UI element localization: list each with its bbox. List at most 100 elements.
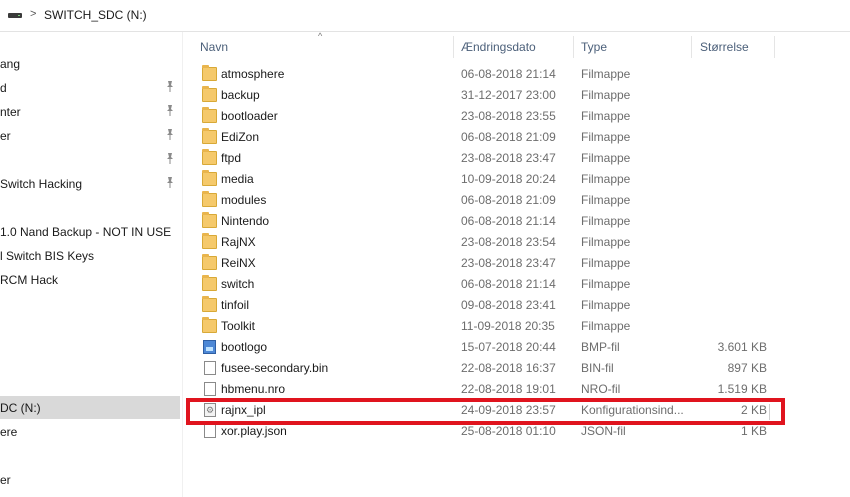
nav-item[interactable]: er <box>0 468 180 491</box>
file-type: BMP-fil <box>581 340 620 354</box>
address-bar[interactable]: > SWITCH_SDC (N:) <box>0 0 850 32</box>
file-name: hbmenu.nro <box>221 382 286 396</box>
file-type: Filmappe <box>581 235 631 249</box>
file-type: Filmappe <box>581 130 631 144</box>
file-date: 11-09-2018 20:35 <box>461 319 555 333</box>
file-date: 23-08-2018 23:47 <box>461 151 556 165</box>
file-row[interactable]: tinfoil 09-08-2018 23:41 Filmappe <box>199 295 789 316</box>
file-type: Filmappe <box>581 277 631 291</box>
file-icon <box>204 382 216 396</box>
file-row[interactable]: backup 31-12-2017 23:00 Filmappe <box>199 85 789 106</box>
column-divider[interactable] <box>573 36 574 58</box>
nav-item[interactable] <box>0 292 180 315</box>
pin-icon[interactable] <box>164 176 176 190</box>
file-icon <box>204 424 216 438</box>
nav-item[interactable]: DC (N:) <box>0 396 180 419</box>
file-row[interactable]: media 10-09-2018 20:24 Filmappe <box>199 169 789 190</box>
file-name: modules <box>221 193 267 207</box>
file-name: backup <box>221 88 260 102</box>
file-row[interactable]: modules 06-08-2018 21:09 Filmappe <box>199 190 789 211</box>
file-type: BIN-fil <box>581 361 614 375</box>
file-date: 06-08-2018 21:14 <box>461 67 556 81</box>
file-row[interactable]: atmosphere 06-08-2018 21:14 Filmappe <box>199 64 789 85</box>
folder-icon <box>202 170 217 186</box>
folder-icon <box>202 107 217 123</box>
nav-item[interactable]: d <box>0 76 180 99</box>
file-row[interactable]: fusee-secondary.bin 22-08-2018 16:37 BIN-f… <box>199 358 789 379</box>
column-header-type[interactable]: Type <box>581 40 607 54</box>
folder-icon <box>202 212 217 228</box>
file-row[interactable]: EdiZon 06-08-2018 21:09 Filmappe <box>199 127 789 148</box>
nav-item-label: ang <box>0 57 21 71</box>
file-name: Nintendo <box>221 214 270 228</box>
file-name: media <box>221 172 254 186</box>
file-date: 10-09-2018 20:24 <box>461 172 556 186</box>
file-date: 25-08-2018 01:10 <box>461 424 556 438</box>
nav-item[interactable]: RCM Hack <box>0 268 180 291</box>
column-header-size[interactable]: Størrelse <box>700 40 749 54</box>
nav-item[interactable]: 1.0 Nand Backup - NOT IN USE <box>0 220 180 243</box>
nav-item[interactable]: er <box>0 124 180 147</box>
column-divider[interactable] <box>774 36 775 58</box>
file-date: 06-08-2018 21:14 <box>461 277 556 291</box>
file-icon <box>204 361 216 375</box>
file-row[interactable]: hbmenu.nro 22-08-2018 19:01 NRO-fil 1.519 K… <box>199 379 789 400</box>
nav-item[interactable]: nter <box>0 100 180 123</box>
nav-item-label: ere <box>0 425 18 439</box>
file-type: Filmappe <box>581 256 631 270</box>
file-type: Filmappe <box>581 172 631 186</box>
breadcrumb-drive[interactable]: SWITCH_SDC (N:) <box>44 8 147 22</box>
nav-item[interactable]: ere <box>0 420 180 443</box>
nav-item[interactable]: ang <box>0 52 180 75</box>
file-date: 23-08-2018 23:47 <box>461 256 556 270</box>
nav-item[interactable] <box>0 148 180 171</box>
folder-icon <box>202 254 217 270</box>
drive-icon <box>8 10 22 20</box>
file-row[interactable]: RajNX 23-08-2018 23:54 Filmappe <box>199 232 789 253</box>
folder-icon <box>202 317 217 333</box>
column-divider[interactable] <box>453 36 454 58</box>
nav-item-label: 1.0 Nand Backup - NOT IN USE <box>0 225 172 239</box>
file-name: ReiNX <box>221 256 256 270</box>
file-row[interactable]: switch 06-08-2018 21:14 Filmappe <box>199 274 789 295</box>
folder-icon <box>202 128 217 144</box>
file-type: Filmappe <box>581 67 631 81</box>
file-row[interactable]: bootlogo 15-07-2018 20:44 BMP-fil 3.601 KB <box>199 337 789 358</box>
file-type: Filmappe <box>581 151 631 165</box>
pin-icon[interactable] <box>164 152 176 166</box>
nav-item[interactable] <box>0 196 180 219</box>
nav-item[interactable] <box>0 316 180 339</box>
file-date: 06-08-2018 21:09 <box>461 130 556 144</box>
file-name: bootloader <box>221 109 278 123</box>
file-row[interactable]: ftpd 23-08-2018 23:47 Filmappe <box>199 148 789 169</box>
navigation-pane: ang d nter er Switch Hacking 1.0 Nand Backup… <box>0 32 183 497</box>
nav-item[interactable]: l Switch BIS Keys <box>0 244 180 267</box>
nav-item-label: DC (N:) <box>0 401 41 415</box>
highlight-box <box>186 398 785 425</box>
folder-icon <box>202 233 217 249</box>
file-row[interactable]: bootloader 23-08-2018 23:55 Filmappe <box>199 106 789 127</box>
column-divider[interactable] <box>691 36 692 58</box>
column-header-name[interactable]: Navn <box>200 40 228 54</box>
file-name: atmosphere <box>221 67 285 81</box>
file-row[interactable]: ReiNX 23-08-2018 23:47 Filmappe <box>199 253 789 274</box>
pin-icon[interactable] <box>164 128 176 142</box>
folder-icon <box>202 191 217 207</box>
nav-item-label: er <box>0 129 11 143</box>
nav-item-label: nter <box>0 105 21 119</box>
pin-icon[interactable] <box>164 80 176 94</box>
folder-icon <box>202 296 217 312</box>
file-type: Filmappe <box>581 193 631 207</box>
file-row[interactable]: Nintendo 06-08-2018 21:14 Filmappe <box>199 211 789 232</box>
nav-item[interactable] <box>0 444 180 467</box>
file-type: JSON-fil <box>581 424 626 438</box>
nav-item[interactable]: Switch Hacking <box>0 172 180 195</box>
file-row[interactable]: Toolkit 11-09-2018 20:35 Filmappe <box>199 316 789 337</box>
file-type: Filmappe <box>581 88 631 102</box>
file-name: switch <box>221 277 255 291</box>
file-size: 1.519 KB <box>717 382 767 396</box>
pin-icon[interactable] <box>164 104 176 118</box>
chevron-right-icon[interactable]: > <box>30 8 36 20</box>
file-name: xor.play.json <box>221 424 287 438</box>
column-header-date[interactable]: Ændringsdato <box>461 40 536 54</box>
